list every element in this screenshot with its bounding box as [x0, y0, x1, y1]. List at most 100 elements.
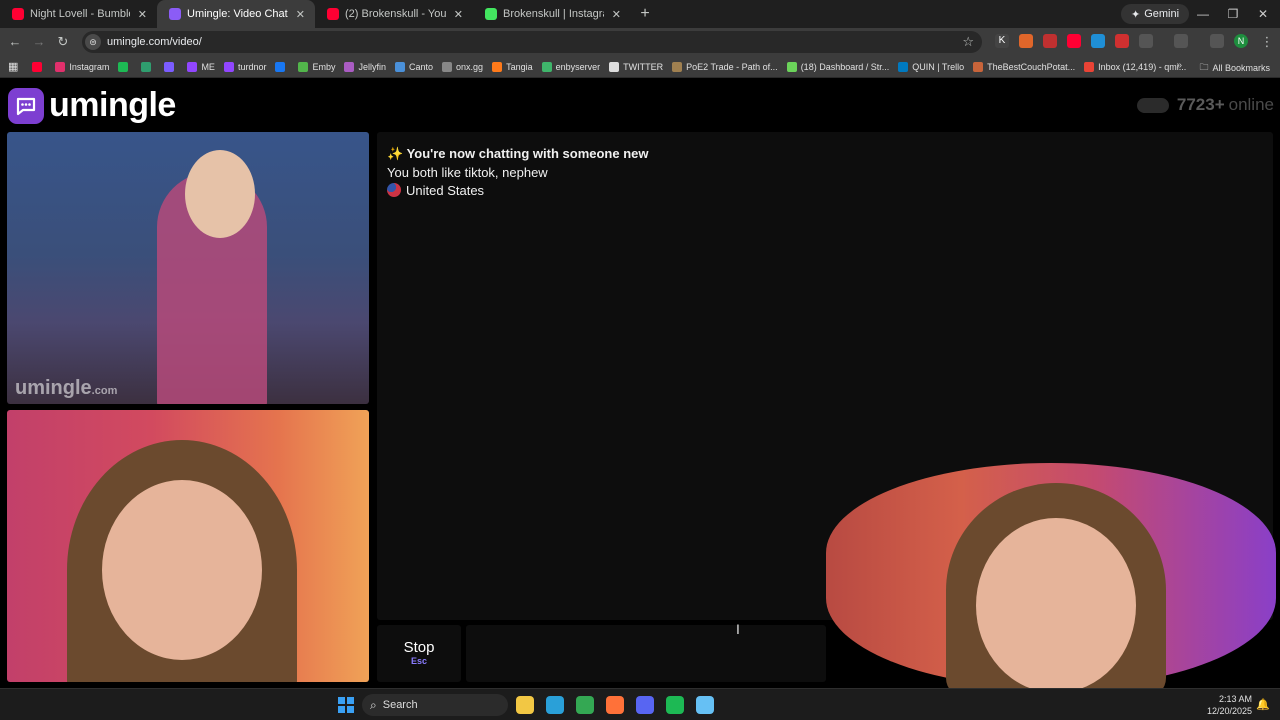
bookmark-item[interactable] [275, 61, 289, 72]
bookmark-item[interactable]: Canto [395, 61, 433, 72]
bookmark-favicon-icon [141, 61, 152, 72]
bookmarks-overflow-icon[interactable]: » [1176, 60, 1182, 71]
stop-label: Stop [403, 639, 435, 656]
logo-text: umingle [49, 86, 176, 124]
folder-icon: 🗀 [1199, 62, 1209, 72]
steam-icon[interactable] [696, 696, 714, 714]
bookmark-item[interactable]: (18) Dashboard / Str... [786, 61, 889, 72]
spotify-icon[interactable] [666, 696, 684, 714]
tab-brokenskull-linktree[interactable]: Brokenskull | Instagram, TikTok... ✕ [473, 0, 631, 28]
bookmark-item[interactable]: enbyserver [541, 61, 600, 72]
more-menu-icon[interactable]: ⋮ [1258, 33, 1276, 51]
site-info-icon[interactable]: ⊜ [85, 34, 101, 50]
tab-night-lovell[interactable]: Night Lovell - Bumblebee (KE... ✕ [0, 0, 157, 28]
extension-adblock-icon[interactable] [1115, 34, 1129, 48]
bookmark-item[interactable] [32, 61, 46, 72]
browser-toolbar: ← → ↻ ⊜ umingle.com/video/ ☆ K N ⋮ [0, 28, 1280, 56]
bookmark-item[interactable]: Inbox (12,419) - qmi... [1084, 61, 1186, 72]
bookmarks-bar: ▦ Instagram ME turdnor Emby Jellyfin Canto onx… [0, 56, 1280, 78]
all-bookmarks-button[interactable]: 🗀 All Bookmarks [1199, 60, 1270, 76]
notification-bell-icon[interactable]: 🔔 [1256, 698, 1270, 711]
tab-brokenskull-youtube[interactable]: (2) Brokenskull - YouTube ✕ [315, 0, 473, 28]
bookmark-item[interactable]: Tangia [492, 61, 533, 72]
file-explorer-icon[interactable] [516, 696, 534, 714]
bookmark-item[interactable]: QUIN | Trello [898, 61, 964, 72]
bookmark-favicon-icon [1084, 61, 1095, 72]
bookmark-label: Instagram [69, 61, 110, 72]
umingle-page: umingle 7723+ online umingle.com ✨ You'r… [0, 78, 1280, 698]
taskbar-search[interactable]: ⌕ Search [362, 694, 508, 716]
reload-button[interactable]: ↻ [54, 33, 72, 51]
bookmark-favicon-icon [32, 61, 43, 72]
start-windows-icon[interactable] [338, 697, 354, 713]
bookmark-item[interactable]: Emby [298, 61, 335, 72]
tab-search-icon[interactable] [1210, 34, 1224, 48]
cast-icon[interactable] [1174, 34, 1188, 48]
bookmark-star-icon[interactable]: ☆ [962, 34, 974, 50]
close-icon[interactable]: ✕ [454, 8, 463, 21]
extension-record-icon[interactable] [1043, 34, 1057, 48]
stop-shortcut: Esc [410, 656, 427, 666]
extension-youtube-icon[interactable] [1067, 34, 1081, 48]
bookmark-item[interactable] [118, 61, 132, 72]
bookmark-favicon-icon [395, 61, 405, 72]
close-window-button[interactable]: ✕ [1248, 0, 1278, 28]
apps-grid-icon[interactable]: ▦ [8, 60, 18, 73]
address-bar[interactable]: ⊜ umingle.com/video/ ☆ [82, 31, 982, 53]
chrome-icon[interactable] [576, 696, 594, 714]
online-counter: 7723+ online [1136, 95, 1274, 115]
location-text: United States [406, 183, 485, 198]
bookmark-item[interactable]: PoE2 Trade - Path of... [672, 61, 778, 72]
gemini-button[interactable]: ✦ Gemini [1121, 4, 1190, 24]
chat-system-message: ✨ You're now chatting with someone new [387, 146, 649, 161]
bookmark-label: Tangia [506, 61, 533, 72]
bookmark-item[interactable]: Instagram [55, 61, 110, 72]
search-label: Search [382, 699, 418, 711]
message-input[interactable] [466, 625, 826, 682]
bookmark-item[interactable] [164, 61, 178, 72]
profile-avatar[interactable]: N [1234, 34, 1248, 48]
new-tab-button[interactable]: + [631, 5, 659, 23]
linktree-icon [485, 8, 497, 20]
site-logo[interactable]: umingle [8, 86, 176, 125]
clock-date: 12/20/2025 [1206, 706, 1252, 716]
bookmark-favicon-icon [541, 61, 552, 72]
video-watermark: umingle.com [15, 377, 117, 400]
close-icon[interactable]: ✕ [296, 8, 305, 21]
firefox-icon[interactable] [606, 696, 624, 714]
gemini-label: Gemini [1144, 8, 1180, 20]
online-count: 7723+ [1176, 95, 1225, 114]
bookmark-favicon-icon [223, 61, 234, 72]
tab-umingle[interactable]: Umingle: Video Chat with S... ✕ [157, 0, 315, 28]
bookmark-item[interactable]: ME [187, 61, 215, 72]
bookmark-favicon-icon [55, 61, 66, 72]
bookmark-item[interactable] [141, 61, 155, 72]
us-flag-icon [387, 183, 401, 197]
all-bookmarks-label: All Bookmarks [1212, 63, 1270, 73]
extensions-puzzle-icon[interactable] [1139, 34, 1153, 48]
edge-icon[interactable] [546, 696, 564, 714]
bookmark-item[interactable]: turdnor [223, 61, 266, 72]
close-icon[interactable]: ✕ [612, 8, 621, 21]
forward-button[interactable]: → [30, 33, 48, 51]
umingle-icon [169, 8, 181, 20]
bookmark-item[interactable]: Jellyfin [344, 61, 386, 72]
extension-fox-icon[interactable] [1019, 34, 1033, 48]
bookmark-label: ME [201, 61, 215, 72]
tab-title: Umingle: Video Chat with S... [187, 8, 288, 20]
restore-button[interactable]: ❐ [1218, 0, 1248, 28]
bookmark-item[interactable]: onx.gg [442, 61, 483, 72]
close-icon[interactable]: ✕ [138, 8, 147, 21]
bookmark-item[interactable]: TWITTER [609, 61, 663, 72]
youtube-icon [327, 8, 339, 20]
minimize-button[interactable]: — [1188, 0, 1218, 28]
back-button[interactable]: ← [6, 33, 24, 51]
self-preview-video [826, 463, 1276, 698]
extension-k-icon[interactable]: K [995, 34, 1009, 48]
system-clock[interactable]: 2:13 AM 12/20/2025 [1207, 693, 1252, 717]
extension-7tv-icon[interactable] [1091, 34, 1105, 48]
stop-button[interactable]: Stop Esc [377, 625, 461, 682]
discord-icon[interactable] [636, 696, 654, 714]
bookmark-item[interactable]: TheBestCouchPotat... [973, 61, 1075, 72]
online-toggle[interactable] [1136, 97, 1169, 113]
